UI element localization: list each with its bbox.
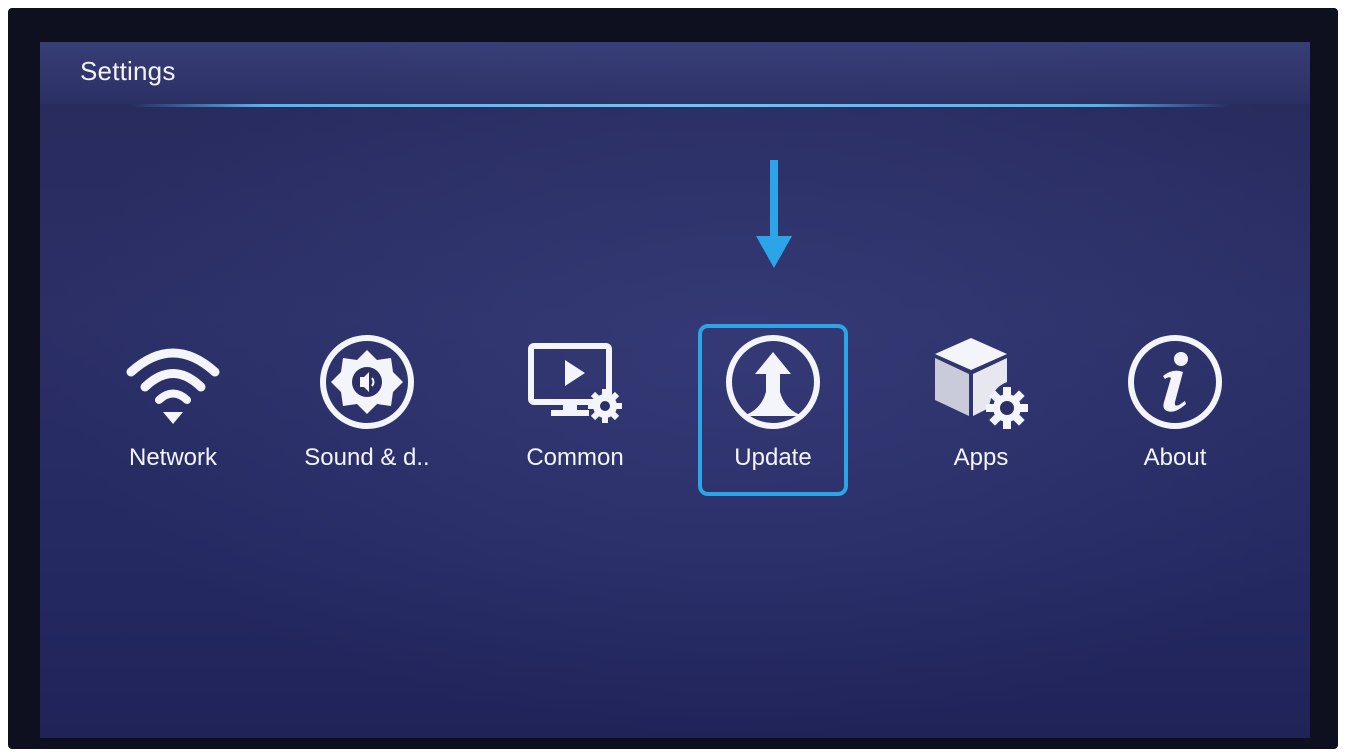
header-divider <box>130 104 1230 107</box>
menu-item-label: About <box>1143 444 1207 471</box>
monitor-gear-icon <box>525 332 625 432</box>
menu-item-sound[interactable]: Sound & d.. <box>292 324 442 496</box>
sound-icon <box>317 332 417 432</box>
menu-item-label: Common <box>526 444 624 471</box>
menu-item-update[interactable]: Update <box>698 324 848 496</box>
menu-item-apps[interactable]: Apps <box>906 324 1056 496</box>
pointer-arrow-icon <box>756 160 792 268</box>
cube-gear-icon <box>931 332 1031 432</box>
menu-item-common[interactable]: Common <box>500 324 650 496</box>
menu-item-label: Apps <box>953 444 1009 471</box>
menu-item-network[interactable]: Network <box>98 324 248 496</box>
menu-item-label: Sound & d.. <box>304 444 430 471</box>
info-icon <box>1125 332 1225 432</box>
page-title: Settings <box>80 56 176 86</box>
header-bar: Settings <box>40 42 1310 104</box>
menu-item-about[interactable]: About <box>1100 324 1250 496</box>
menu-item-label: Network <box>128 444 218 471</box>
upload-arrow-icon <box>723 332 823 432</box>
wifi-icon <box>123 332 223 432</box>
settings-screen: Settings Network Sound & d.. Common Upda… <box>40 42 1310 738</box>
menu-item-label: Update <box>734 444 812 471</box>
